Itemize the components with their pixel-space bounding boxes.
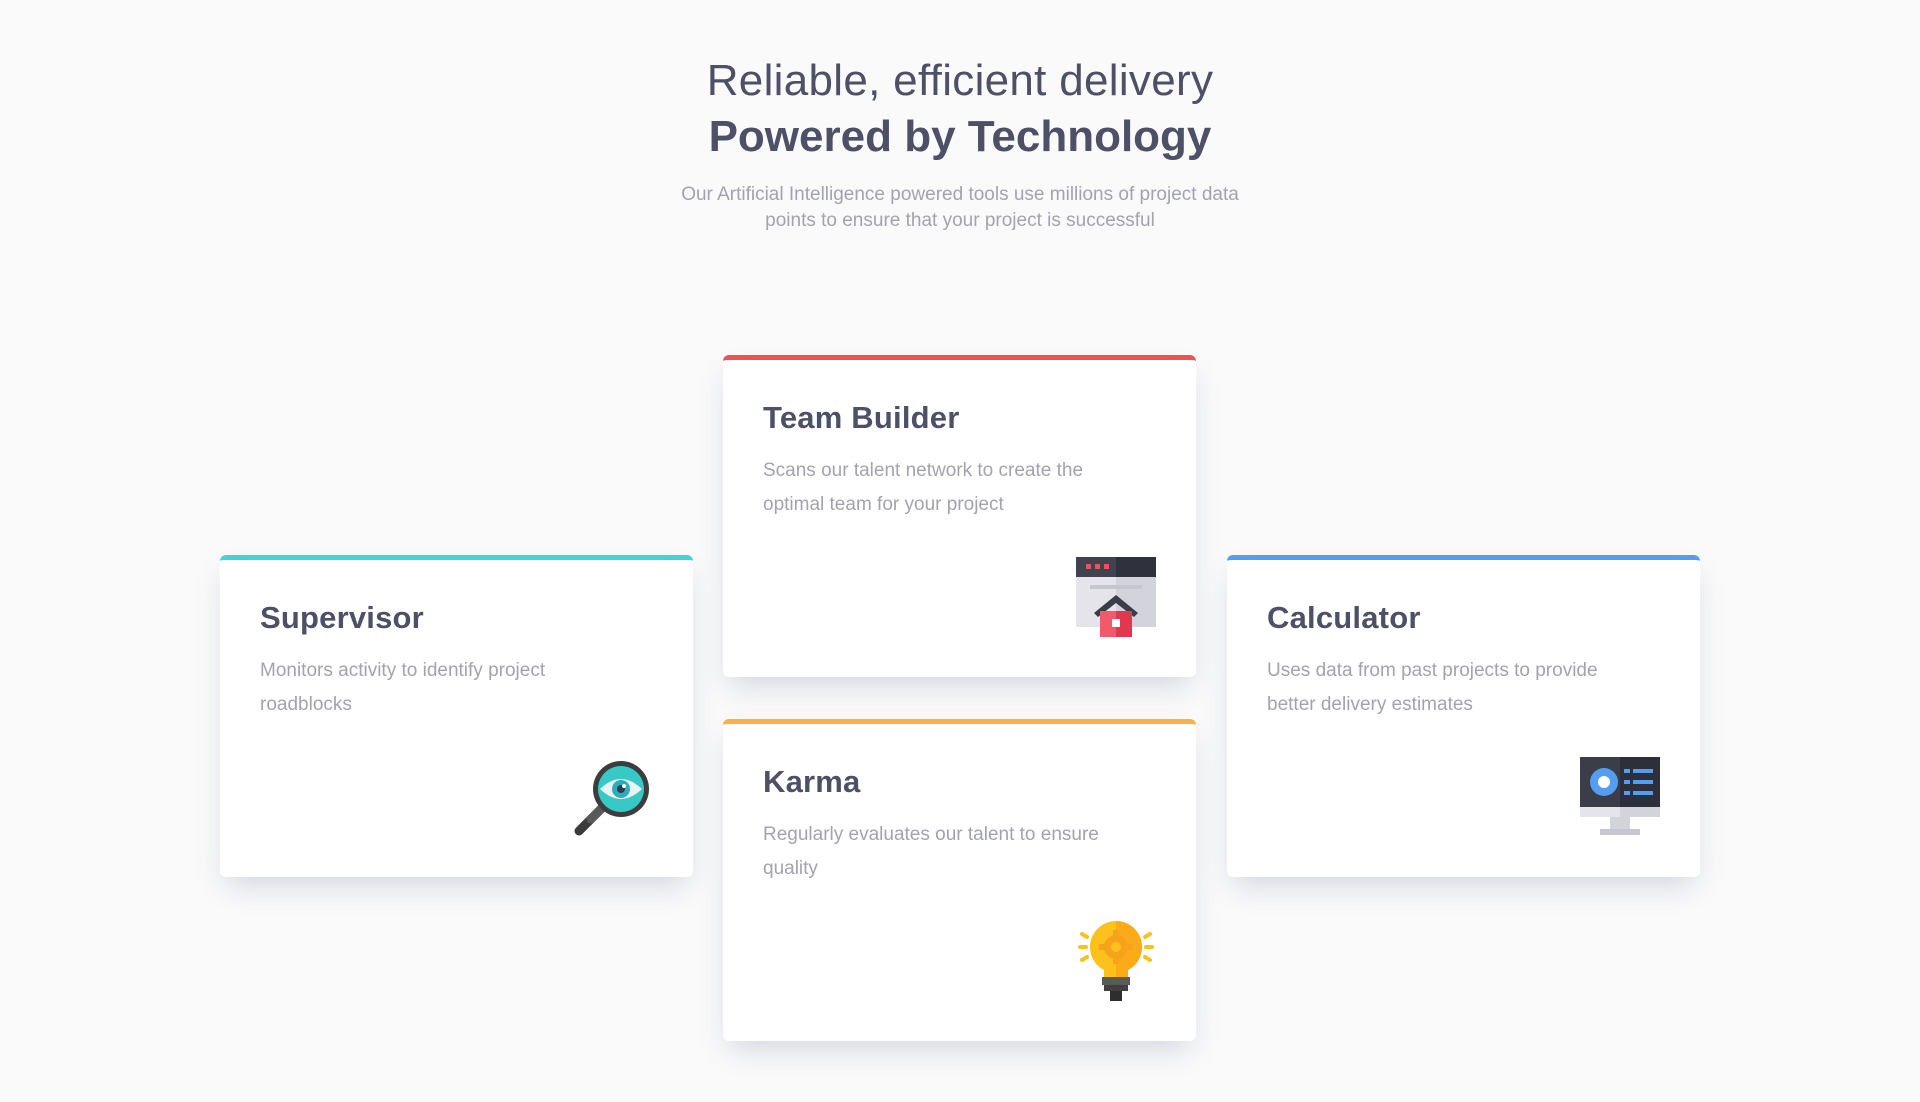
card-title: Team Builder [763, 400, 960, 435]
card-description: Monitors activity to identify project ro… [260, 660, 546, 715]
card-supervisor: Supervisor Monitors activity to identify… [220, 555, 693, 877]
card-description: Uses data from past projects to provide … [1267, 660, 1598, 715]
headline-light: Reliable, efficient delivery [706, 56, 1214, 105]
lightbulb-gear-icon [1076, 921, 1156, 1001]
monitor-dashboard-icon [1580, 757, 1660, 837]
features-header: Reliable, efficient delivery Powered by … [0, 50, 1920, 234]
card-title: Calculator [1267, 600, 1421, 635]
card-title: Supervisor [260, 600, 424, 635]
intro-text: Our Artificial Intelligence powered tool… [681, 184, 1239, 231]
window-home-icon [1076, 557, 1156, 637]
card-description: Regularly evaluates our talent to ensure… [763, 824, 1099, 879]
magnifier-eye-icon [573, 757, 653, 837]
features-page: Reliable, efficient delivery Powered by … [0, 0, 1920, 1102]
card-description: Scans our talent network to create the o… [763, 460, 1084, 515]
card-title: Karma [763, 764, 861, 799]
card-team-builder: Team Builder Scans our talent network to… [723, 355, 1196, 677]
card-karma: Karma Regularly evaluates our talent to … [723, 719, 1196, 1041]
card-calculator: Calculator Uses data from past projects … [1227, 555, 1700, 877]
headline-bold: Powered by Technology [708, 112, 1212, 161]
